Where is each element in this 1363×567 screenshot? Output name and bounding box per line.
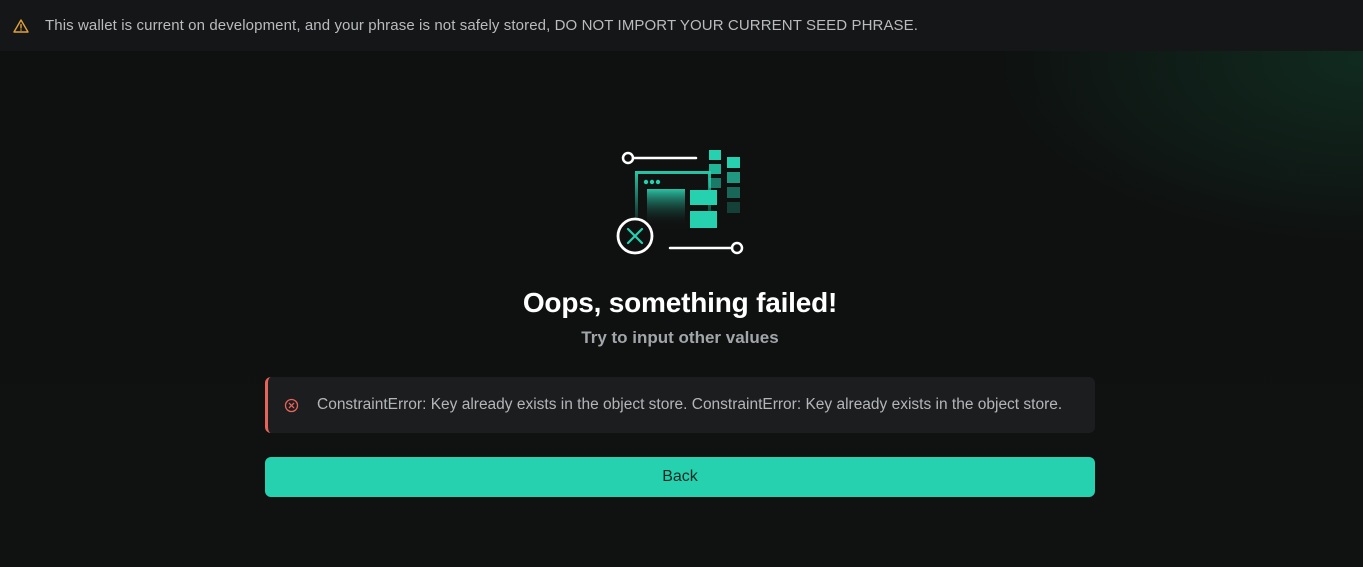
error-circle-x-icon	[284, 398, 299, 413]
error-page: This wallet is current on development, a…	[0, 0, 1363, 567]
development-warning-banner: This wallet is current on development, a…	[0, 0, 1363, 51]
error-subtitle: Try to input other values	[581, 328, 779, 347]
error-message-text: ConstraintError: Key already exists in t…	[317, 396, 1063, 413]
error-title: Oops, something failed!	[522, 287, 838, 318]
warning-triangle-icon	[13, 18, 29, 34]
error-message-box: ConstraintError: Key already exists in t…	[265, 377, 1095, 433]
back-button[interactable]: Back	[265, 457, 1095, 497]
warning-banner-text: This wallet is current on development, a…	[45, 17, 919, 34]
failed-connection-illustration	[614, 147, 746, 259]
